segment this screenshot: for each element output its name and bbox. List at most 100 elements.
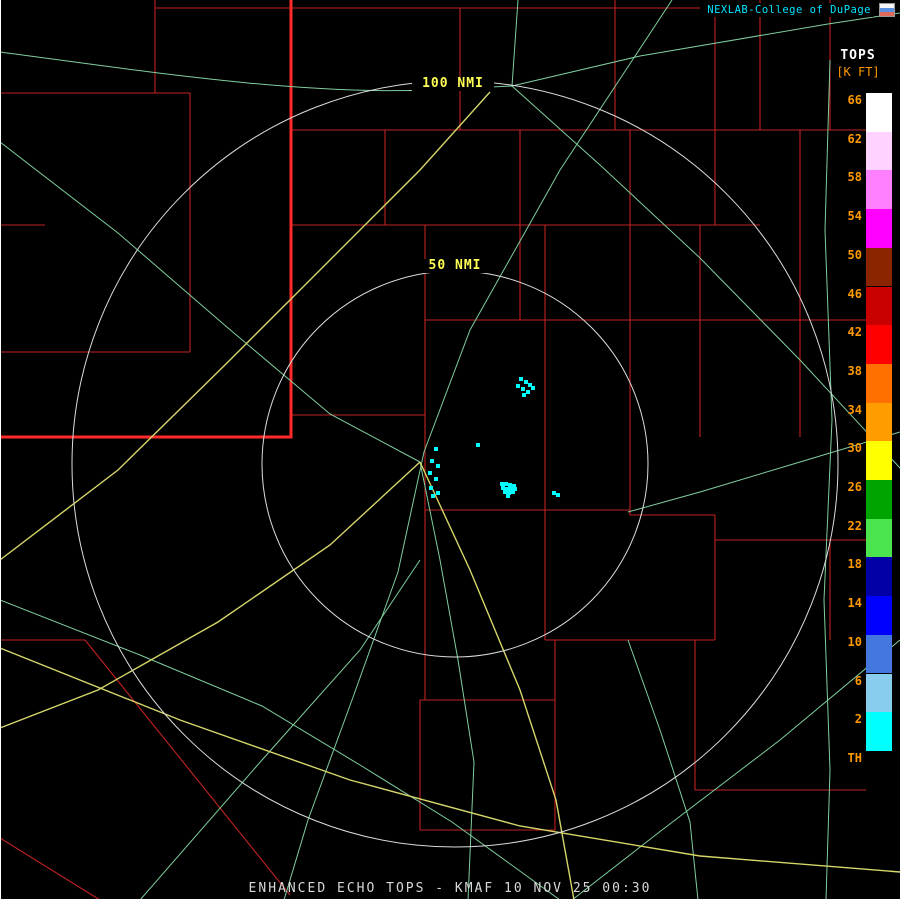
- range-ring-50nmi: [261, 270, 649, 658]
- legend-entry-swatch: [866, 131, 892, 171]
- legend-entry-swatch: [866, 209, 892, 248]
- cod-logo-icon: [879, 3, 895, 17]
- county-lines-layer: [0, 0, 866, 900]
- radar-map: [0, 0, 900, 900]
- radar-echo-pixel: [526, 390, 530, 394]
- radar-echo-pixel: [500, 482, 504, 486]
- brand-text: NEXLAB-College of DuPage: [705, 3, 873, 17]
- radar-echo-pixel: [430, 459, 434, 463]
- legend-entry-swatch: [866, 518, 892, 558]
- legend-entry: 50: [834, 247, 896, 287]
- legend-entry-label: 62: [847, 131, 862, 146]
- legend-entry-swatch: [866, 363, 892, 403]
- legend-entry: 42: [834, 325, 896, 364]
- legend-entry-swatch: [866, 712, 892, 751]
- legend-entry-label: 26: [847, 480, 862, 494]
- legend-entry-label: 34: [847, 402, 862, 417]
- radar-echo-pixel: [503, 490, 507, 494]
- radar-echo-pixel: [504, 482, 508, 486]
- legend-entry-swatch: [866, 596, 892, 635]
- legend-entry-swatch: [866, 634, 892, 674]
- radar-echo-pixel: [508, 483, 512, 487]
- radar-screen: 100 NMI 50 NMI NEXLAB-College of DuPage …: [0, 0, 900, 900]
- legend-entry: 46: [834, 286, 896, 326]
- radar-echo-pixel: [511, 490, 515, 494]
- radar-echo-pixel: [436, 491, 440, 495]
- legend-entry: 18: [834, 557, 896, 597]
- legend-entry-label: 42: [847, 325, 862, 340]
- legend-entry-label: 14: [847, 596, 862, 611]
- radar-echo-pixel: [476, 443, 480, 447]
- legend-entry: 26: [834, 480, 896, 519]
- legend-entry: 66: [834, 93, 896, 132]
- legend-entry-swatch: [866, 93, 892, 132]
- legend-entry-label: 66: [847, 93, 862, 107]
- radar-echo-pixel: [428, 471, 432, 475]
- legend-entry-swatch: [866, 286, 892, 326]
- legend-entry: 14: [834, 596, 896, 635]
- legend-entry-swatch: [866, 325, 892, 364]
- legend-entry: 54: [834, 209, 896, 248]
- legend-entry: 38: [834, 363, 896, 403]
- legend-entry: 6: [834, 673, 896, 713]
- radar-echo-pixel: [519, 377, 523, 381]
- legend-entry: 62: [834, 131, 896, 171]
- radar-echo-pixel: [436, 464, 440, 468]
- legend-title: TOPS: [840, 48, 876, 63]
- radar-echo-pixel: [434, 447, 438, 451]
- legend-entry-label: 10: [847, 634, 862, 649]
- legend-entry: 2: [834, 712, 896, 751]
- legend-entry-swatch: [866, 750, 892, 790]
- roads-layer: [0, 0, 900, 900]
- legend-entry: 58: [834, 170, 896, 210]
- range-ring-100nmi: [71, 80, 839, 848]
- legend-entry-label: 22: [847, 518, 862, 533]
- legend-unit: [K FT]: [836, 65, 880, 79]
- legend-entry-label: 2: [854, 712, 862, 727]
- legend-entry-swatch: [866, 480, 892, 519]
- state-border-layer: [0, 0, 293, 439]
- range-ring-label-50nmi: 50 NMI: [420, 259, 490, 273]
- range-rings-layer: [71, 80, 839, 848]
- legend-entry-label: TH: [847, 750, 862, 765]
- range-ring-label-100nmi: 100 NMI: [412, 77, 494, 91]
- radar-echo-pixel: [524, 380, 528, 384]
- legend-entry-swatch: [866, 441, 892, 480]
- radar-echo-pixel: [434, 477, 438, 481]
- radar-echo-pixel: [431, 494, 435, 498]
- radar-echo-layer: [428, 377, 560, 498]
- radar-echo-pixel: [501, 486, 505, 490]
- legend-entry-label: 18: [847, 557, 862, 572]
- legend-entry-label: 50: [847, 247, 862, 262]
- highways-layer: [0, 91, 900, 900]
- radar-echo-pixel: [521, 387, 525, 391]
- legend-entry-label: 30: [847, 441, 862, 456]
- frame-left-line: [0, 0, 1, 900]
- legend-entry-swatch: [866, 247, 892, 287]
- legend-entry: 30: [834, 441, 896, 480]
- header-brand: NEXLAB-College of DuPage: [705, 3, 895, 17]
- legend-entry: 34: [834, 402, 896, 442]
- radar-echo-pixel: [506, 494, 510, 498]
- legend-header: TOPS [K FT]: [820, 48, 896, 79]
- legend-entry-label: 46: [847, 286, 862, 301]
- legend-entry-label: 6: [854, 673, 862, 688]
- legend-entry-swatch: [866, 170, 892, 210]
- legend-entry-label: 38: [847, 363, 862, 378]
- footer-product-title: ENHANCED ECHO TOPS - KMAF 10 NOV 25 00:3…: [248, 881, 652, 896]
- radar-echo-pixel: [552, 491, 556, 495]
- legend-entry-label: 54: [847, 209, 862, 224]
- radar-echo-pixel: [429, 486, 433, 490]
- legend-entry: 22: [834, 518, 896, 558]
- legend-entry-swatch: [866, 557, 892, 597]
- legend-colorbar: 66 62 58 54 50 46 42 38 34 30 26 22 18 14 10 6 2 TH: [834, 93, 896, 791]
- radar-echo-pixel: [531, 386, 535, 390]
- legend-entry-label: 58: [847, 170, 862, 185]
- legend-entry: TH: [834, 750, 896, 790]
- legend-entry-swatch: [866, 402, 892, 442]
- legend-entry-swatch: [866, 673, 892, 713]
- radar-echo-pixel: [516, 384, 520, 388]
- radar-echo-pixel: [522, 393, 526, 397]
- legend-entry: 10: [834, 634, 896, 674]
- radar-echo-pixel: [556, 493, 560, 497]
